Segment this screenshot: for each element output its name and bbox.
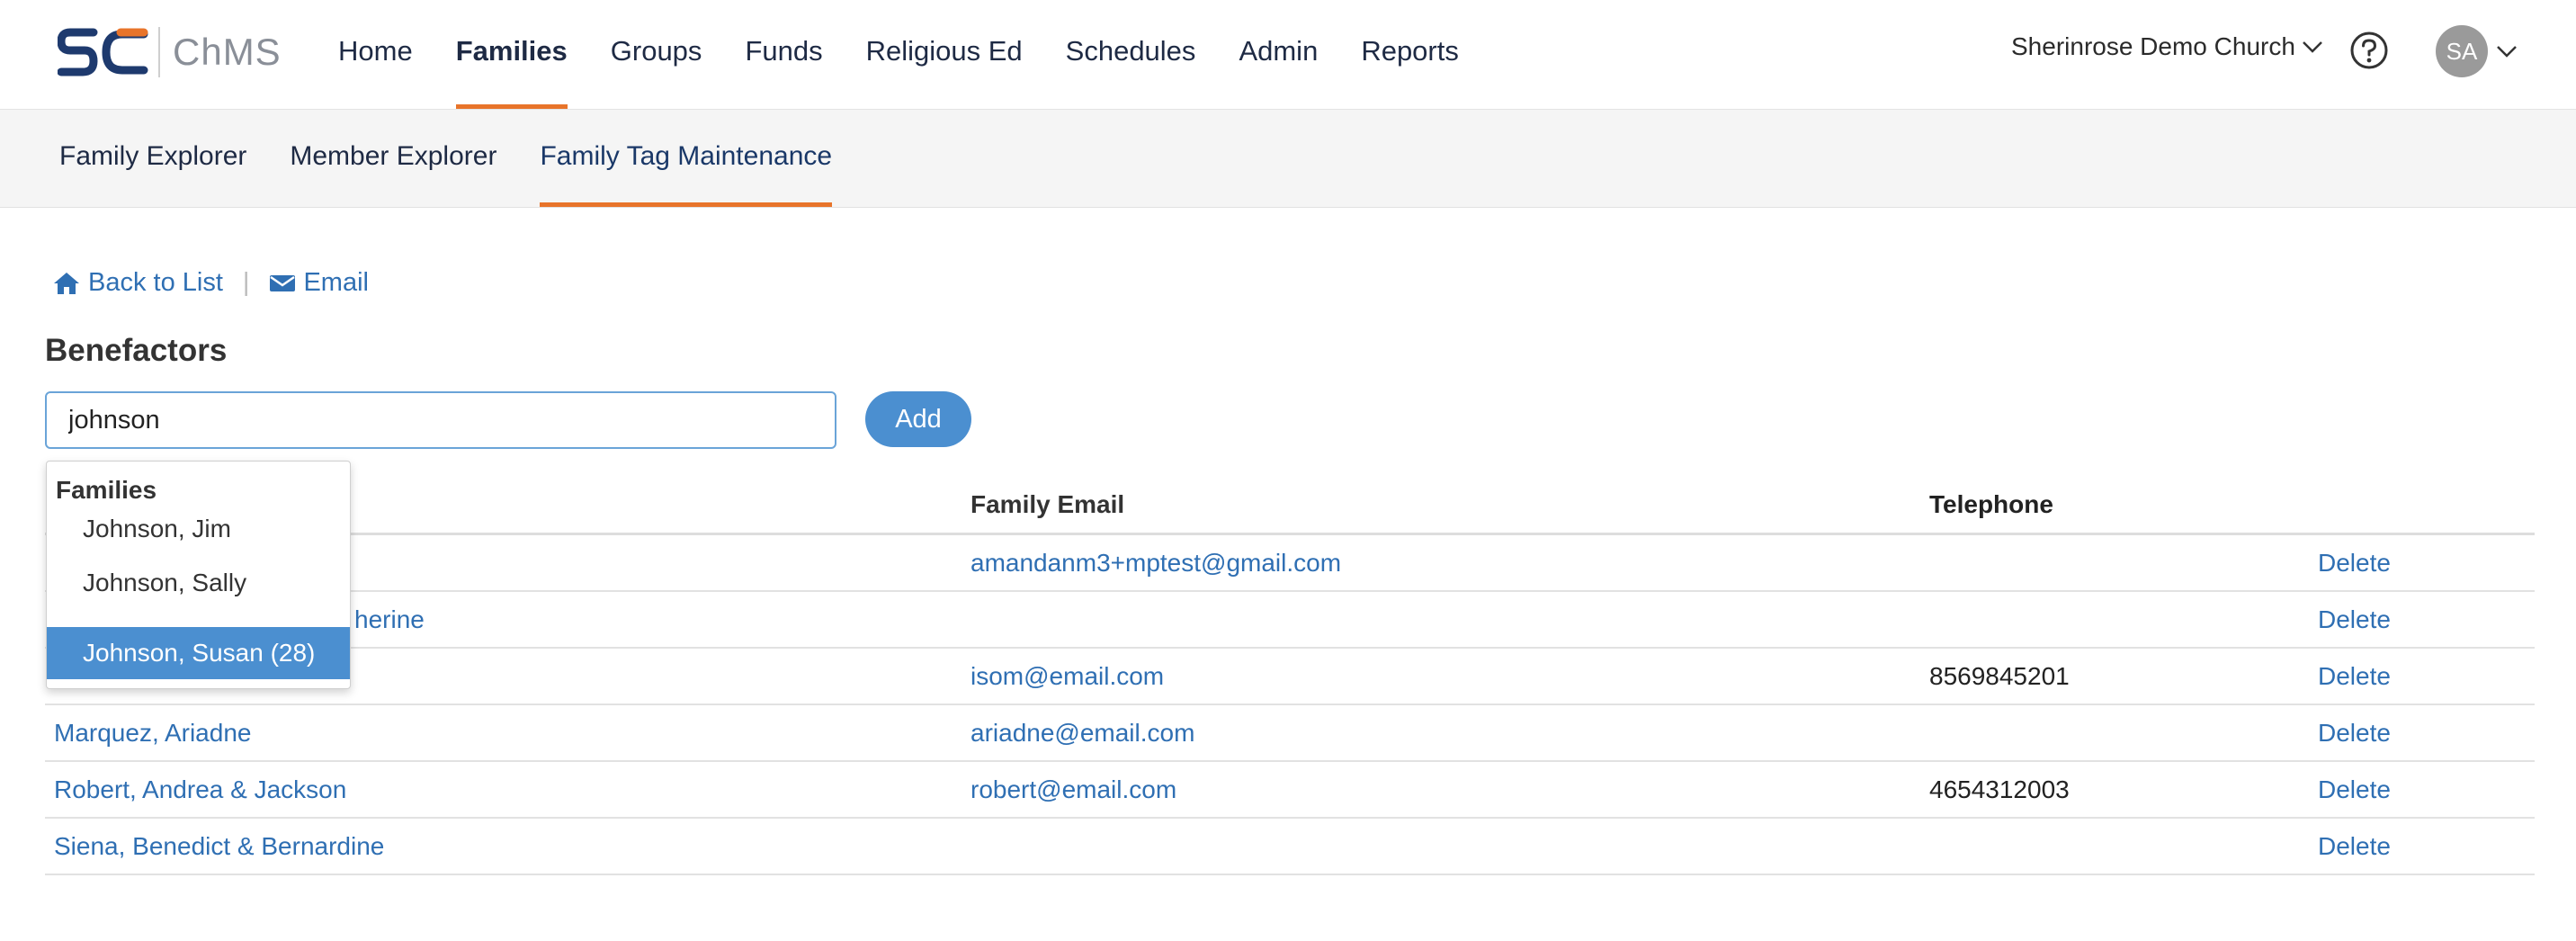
back-to-list-label: Back to List: [88, 268, 223, 297]
logo-mark-icon: [58, 28, 148, 76]
header-actions: [2318, 477, 2535, 535]
family-search-input[interactable]: [45, 391, 836, 449]
family-email-link[interactable]: robert@email.com: [970, 761, 1929, 819]
telephone-cell: 4654312003: [1929, 761, 2318, 819]
home-icon: [54, 272, 79, 294]
chevron-down-icon: [2303, 41, 2322, 53]
add-button[interactable]: Add: [865, 391, 971, 447]
telephone-cell: [1929, 533, 2318, 592]
nav-religious-ed[interactable]: Religious Ed: [866, 0, 1023, 109]
top-navbar: ChMS Home Families Groups Funds Religiou…: [0, 0, 2576, 110]
family-email-link[interactable]: amandanm3+mptest@gmail.com: [970, 533, 1929, 592]
benefactors-table: Family Email Telephone amandanm3+mptest@…: [45, 477, 2535, 875]
delete-link[interactable]: Delete: [2318, 818, 2535, 875]
page-title: Benefactors: [45, 333, 228, 368]
table-row: Marquez, Ariadne ariadne@email.com Delet…: [45, 704, 2535, 762]
table-row: herine Delete: [45, 591, 2535, 649]
email-label: Email: [303, 268, 369, 297]
delete-link[interactable]: Delete: [2318, 704, 2535, 762]
help-icon[interactable]: [2349, 31, 2389, 70]
nav-admin[interactable]: Admin: [1239, 0, 1318, 109]
back-to-list-link[interactable]: Back to List: [52, 268, 223, 298]
org-switcher[interactable]: Sherinrose Demo Church: [2011, 32, 2324, 61]
nav-schedules[interactable]: Schedules: [1066, 0, 1196, 109]
table-row: isom@email.com 8569845201 Delete: [45, 648, 2535, 705]
table-row: Robert, Andrea & Jackson robert@email.co…: [45, 761, 2535, 819]
tab-family-explorer[interactable]: Family Explorer: [59, 110, 246, 207]
family-email-link[interactable]: [970, 591, 1929, 649]
logo-divider: [158, 27, 160, 77]
dropdown-group-header: Families: [56, 476, 157, 504]
family-name-link[interactable]: Marquez, Ariadne: [45, 704, 970, 762]
sub-navbar: Family Explorer Member Explorer Family T…: [0, 110, 2576, 208]
avatar: SA: [2436, 25, 2488, 77]
family-email-link[interactable]: isom@email.com: [970, 648, 1929, 705]
family-email-link[interactable]: ariadne@email.com: [970, 704, 1929, 762]
autocomplete-dropdown: Families Johnson, Jim Johnson, Sally Joh…: [46, 461, 351, 689]
family-email-link[interactable]: [970, 818, 1929, 875]
org-name: Sherinrose Demo Church: [2011, 32, 2295, 60]
main-menu: Home Families Groups Funds Religious Ed …: [338, 0, 1502, 109]
tab-family-tag-maintenance[interactable]: Family Tag Maintenance: [540, 110, 832, 207]
table-row: Siena, Benedict & Bernardine Delete: [45, 818, 2535, 875]
dropdown-option-selected[interactable]: Johnson, Susan (28): [47, 627, 350, 679]
nav-reports[interactable]: Reports: [1361, 0, 1459, 109]
chevron-down-icon: [2497, 46, 2517, 58]
user-menu[interactable]: SA: [2436, 25, 2518, 77]
telephone-cell: [1929, 704, 2318, 762]
family-name-link[interactable]: Siena, Benedict & Bernardine: [45, 818, 970, 875]
family-name-link[interactable]: Robert, Andrea & Jackson: [45, 761, 970, 819]
nav-home[interactable]: Home: [338, 0, 413, 109]
envelope-icon: [270, 274, 296, 291]
nav-funds[interactable]: Funds: [745, 0, 822, 109]
nav-families[interactable]: Families: [455, 0, 568, 109]
telephone-cell: 8569845201: [1929, 648, 2318, 705]
table-row: amandanm3+mptest@gmail.com Delete: [45, 533, 2535, 592]
logo-text: ChMS: [173, 31, 282, 73]
delete-link[interactable]: Delete: [2318, 533, 2535, 592]
telephone-cell: [1929, 591, 2318, 649]
delete-link[interactable]: Delete: [2318, 648, 2535, 705]
dropdown-option[interactable]: Johnson, Jim: [47, 503, 350, 555]
email-link[interactable]: Email: [269, 268, 369, 298]
action-links: Back to List | Email: [52, 268, 369, 298]
header-family-email: Family Email: [970, 477, 1929, 535]
tab-member-explorer[interactable]: Member Explorer: [290, 110, 496, 207]
nav-groups[interactable]: Groups: [611, 0, 702, 109]
delete-link[interactable]: Delete: [2318, 591, 2535, 649]
link-divider: |: [242, 268, 250, 297]
dropdown-option[interactable]: Johnson, Sally: [47, 557, 350, 609]
table-header-row: Family Email Telephone: [45, 477, 2535, 535]
header-telephone: Telephone: [1929, 477, 2318, 535]
telephone-cell: [1929, 818, 2318, 875]
app-logo[interactable]: ChMS: [58, 23, 282, 81]
delete-link[interactable]: Delete: [2318, 761, 2535, 819]
